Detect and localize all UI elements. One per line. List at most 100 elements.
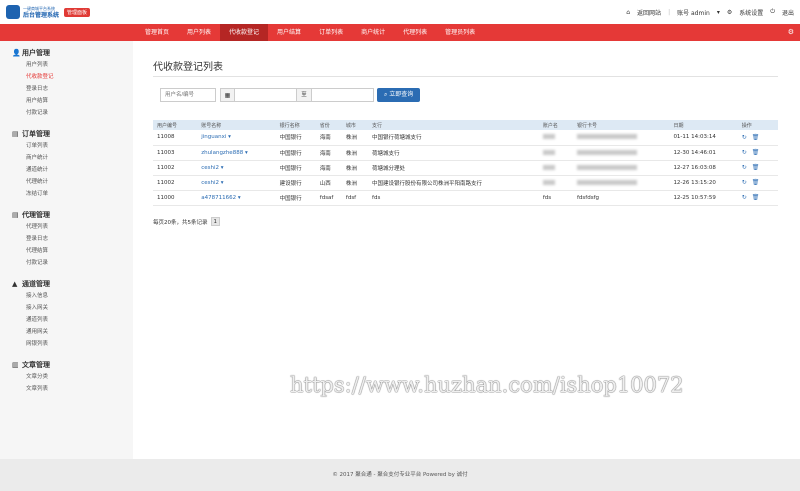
table-cell[interactable]: ceshi2 ▾: [197, 175, 276, 191]
sidebar-group-label: 用户管理: [22, 49, 50, 57]
date-start-input[interactable]: [234, 88, 297, 102]
book-icon: ▥: [12, 361, 19, 369]
table-cell[interactable]: jinguanxi ▾: [197, 130, 276, 146]
actions-group: ↻ 🗑: [742, 194, 778, 201]
sidebar-group: ▤ 代理管理 代理列表 登录日志 代理结算 付款记录: [12, 209, 133, 269]
sidebar-item[interactable]: 代收款登记: [12, 71, 133, 83]
sidebar-group-title[interactable]: ▤ 订单管理: [12, 128, 133, 140]
refresh-icon[interactable]: ↻: [742, 194, 747, 201]
nav-merchant-stats[interactable]: 商户统计: [352, 24, 394, 41]
table-cell: [572, 145, 670, 161]
account-name[interactable]: zhulangzhe888: [201, 150, 243, 156]
sidebar-item[interactable]: 通用网关: [12, 326, 133, 338]
table-cell: 海南: [315, 160, 342, 176]
nav-users[interactable]: 用户列表: [178, 24, 220, 41]
table-cell[interactable]: a478711662 ▾: [197, 190, 276, 206]
trash-icon[interactable]: 🗑: [752, 179, 760, 186]
account-name[interactable]: jinguanxi: [201, 134, 226, 140]
table-header-row: 用户编号 账号名称 银行名称 省份 城市 支行 账户名 银行卡号 日期 操作: [153, 120, 778, 130]
nav-dashboard[interactable]: 管理首页: [136, 24, 178, 41]
sidebar-item[interactable]: 订单列表: [12, 140, 133, 152]
table-cell: [538, 160, 573, 176]
table-cell: 荷塘城分理处: [368, 160, 539, 176]
trash-icon[interactable]: 🗑: [752, 149, 760, 156]
sidebar-item[interactable]: 接入信息: [12, 290, 133, 302]
trash-icon[interactable]: 🗑: [752, 194, 760, 201]
sidebar-group-label: 通道管理: [22, 280, 50, 288]
row-actions: ↻ 🗑: [737, 130, 778, 146]
nav-agents[interactable]: 代理列表: [394, 24, 436, 41]
table-cell: 株洲: [341, 145, 369, 161]
account-name[interactable]: a478711662: [201, 195, 236, 201]
nav-user-settlement[interactable]: 用户结算: [268, 24, 310, 41]
table-cell: 株洲: [341, 175, 369, 191]
sidebar-item[interactable]: 文章列表: [12, 383, 133, 395]
sidebar-item[interactable]: 代理统计: [12, 176, 133, 188]
trash-icon[interactable]: 🗑: [752, 134, 760, 141]
table-cell: 中国银行: [275, 130, 316, 146]
column-header: 银行卡号: [572, 120, 670, 130]
table-cell: 建设银行: [275, 175, 316, 191]
divider: [153, 76, 778, 77]
table-cell: 中国建设银行股份有限公司株洲平阳南路支行: [368, 175, 539, 191]
top-bar: 一键商城平台系统 后台管理系统 管理面板 ⌂ 返回网站 | 账号 admin ▾ ⚙…: [0, 0, 800, 24]
calendar-icon[interactable]: ▦: [220, 88, 234, 102]
sidebar-item[interactable]: 文章分类: [12, 371, 133, 383]
nav-collection-register[interactable]: 代收款登记: [220, 24, 269, 41]
settings-link[interactable]: 系统设置: [739, 8, 763, 17]
column-header: 银行名称: [275, 120, 316, 130]
account-name[interactable]: ceshi2: [201, 165, 219, 171]
table-cell[interactable]: zhulangzhe888 ▾: [197, 145, 276, 161]
date-end-input[interactable]: [311, 88, 374, 102]
table-cell: 中国银行荷塘城支行: [368, 130, 539, 146]
sidebar-item[interactable]: 通道统计: [12, 164, 133, 176]
user-icon: 👤: [12, 49, 21, 57]
sidebar-item[interactable]: 代理结算: [12, 245, 133, 257]
sidebar-group-title[interactable]: 👤 用户管理: [12, 47, 133, 59]
watermark: https://www.huzhan.com/ishop10072: [290, 373, 684, 397]
account-dropdown[interactable]: 账号 admin: [677, 8, 710, 17]
footer-text: © 2017 聚合通 - 聚合支付专业平台 Powered by 诚付: [332, 472, 468, 478]
refresh-icon[interactable]: ↻: [742, 149, 747, 156]
sidebar-item[interactable]: 用户列表: [12, 59, 133, 71]
logout-link[interactable]: 退出: [782, 8, 794, 17]
blurred-value: [542, 164, 555, 170]
query-button[interactable]: ⌕ 立即查询: [377, 88, 421, 102]
gear-icon[interactable]: ⚙: [788, 24, 794, 41]
sidebar-item[interactable]: 用户结算: [12, 95, 133, 107]
chevron-down-icon: ▾: [226, 134, 231, 141]
sidebar-item[interactable]: 付款记录: [12, 107, 133, 119]
sidebar-item[interactable]: 通道列表: [12, 314, 133, 326]
table-cell: 荷塘城支行: [368, 145, 539, 161]
sidebar-item[interactable]: 网银列表: [12, 338, 133, 350]
table-cell: 海南: [315, 145, 342, 161]
table-cell: 11002: [153, 175, 198, 191]
logo[interactable]: 一键商城平台系统 后台管理系统 管理面板: [6, 5, 136, 19]
refresh-icon[interactable]: ↻: [742, 134, 747, 141]
home-link[interactable]: 返回网站: [637, 8, 661, 17]
sidebar-item[interactable]: 付款记录: [12, 257, 133, 269]
user-search-input[interactable]: [160, 88, 216, 102]
page-button[interactable]: 1: [210, 217, 220, 226]
table-cell: [572, 175, 670, 191]
trash-icon[interactable]: 🗑: [752, 164, 760, 171]
refresh-icon[interactable]: ↻: [742, 179, 747, 186]
pagination: 每页20条，共5条记录 1: [153, 217, 220, 226]
account-name[interactable]: ceshi2: [201, 180, 219, 186]
sidebar-item[interactable]: 冻结订单: [12, 188, 133, 200]
sidebar-group-title[interactable]: ▥ 文章管理: [12, 359, 133, 371]
sidebar-group-title[interactable]: ▲ 通道管理: [12, 278, 133, 290]
sidebar-group-title[interactable]: ▤ 代理管理: [12, 209, 133, 221]
sidebar-item[interactable]: 代理列表: [12, 221, 133, 233]
table-cell[interactable]: ceshi2 ▾: [197, 160, 276, 176]
nav-admins[interactable]: 管理员列表: [436, 24, 484, 41]
sidebar-item[interactable]: 登录日志: [12, 233, 133, 245]
gear-icon: ⚙: [726, 8, 733, 16]
sidebar-item[interactable]: 商户统计: [12, 152, 133, 164]
refresh-icon[interactable]: ↻: [742, 164, 747, 171]
logo-small-text: 一键商城平台系统: [23, 6, 55, 11]
sidebar-item[interactable]: 登录日志: [12, 83, 133, 95]
nav-orders[interactable]: 订单列表: [310, 24, 352, 41]
sidebar-item[interactable]: 接入网关: [12, 302, 133, 314]
table-cell: 株洲: [341, 130, 369, 146]
